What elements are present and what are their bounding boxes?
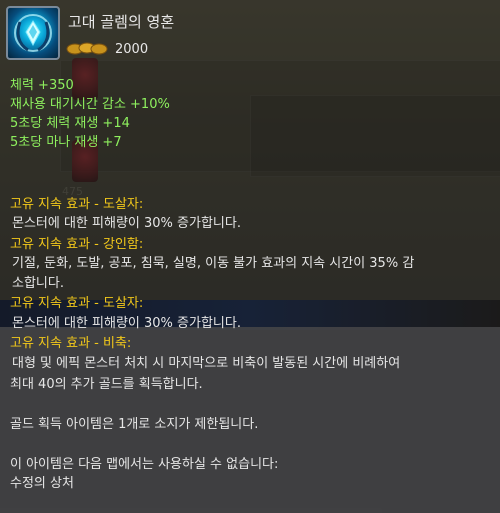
passive-title-tenacity: 고유 지속 효과 - 강인함: — [10, 237, 144, 252]
stat-health-regen: 5초당 체력 재생 +14 — [10, 116, 130, 131]
item-name: 고대 골렘의 영혼 — [68, 13, 175, 31]
passive-title-butcher-2: 고유 지속 효과 - 도살자: — [10, 296, 144, 311]
passive-title-stockpile: 고유 지속 효과 - 비축: — [10, 336, 132, 351]
passive-desc-butcher: 몬스터에 대한 피해량이 30% 증가합니다. — [12, 216, 241, 231]
gold-coins-icon — [66, 42, 108, 55]
restricted-map-name: 수정의 상처 — [10, 476, 74, 491]
passive-desc-butcher-2: 몬스터에 대한 피해량이 30% 증가합니다. — [12, 316, 241, 331]
stat-mana-regen: 5초당 마나 재생 +7 — [10, 135, 122, 150]
gold-limit-note: 골드 획득 아이템은 1개로 소지가 제한됩니다. — [10, 417, 259, 432]
stat-health: 체력 +350 — [10, 78, 74, 93]
passive-desc-stockpile: 대형 및 에픽 몬스터 처치 시 마지막으로 비축이 발동된 시간에 비례하여 — [12, 356, 401, 371]
passive-title-butcher: 고유 지속 효과 - 도살자: — [10, 197, 144, 212]
item-price: 2000 — [115, 42, 149, 57]
passive-desc-tenacity-cont: 소합니다. — [12, 276, 64, 291]
blue-crystal-icon — [6, 6, 60, 60]
passive-desc-stockpile-cont: 최대 40의 추가 골드를 획득합니다. — [10, 377, 203, 392]
item-tooltip: 고대 골렘의 영혼 2000 체력 +350 재사용 대기시간 감소 +10% … — [0, 0, 500, 513]
passive-desc-tenacity: 기절, 둔화, 도발, 공포, 침묵, 실명, 이동 불가 효과의 지속 시간이… — [12, 256, 415, 271]
stat-cooldown-reduction: 재사용 대기시간 감소 +10% — [10, 97, 170, 112]
map-restriction-note: 이 아이템은 다음 맵에서는 사용하실 수 없습니다: — [10, 457, 279, 472]
